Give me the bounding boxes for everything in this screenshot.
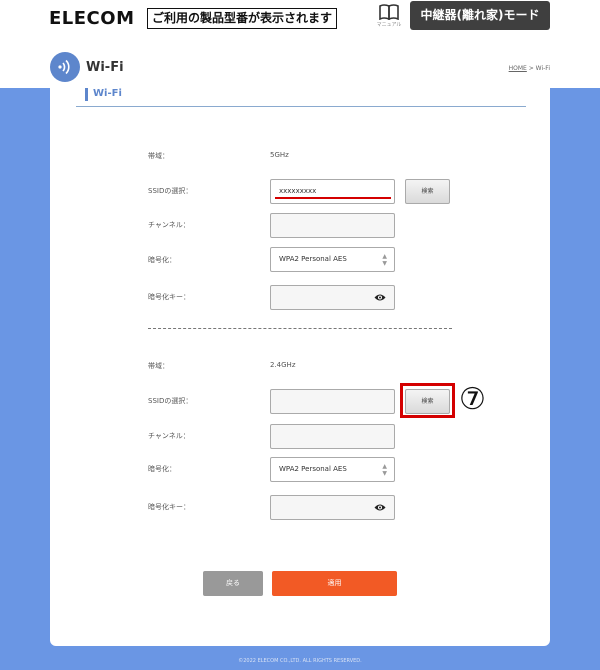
- content-panel: Wi-Fi: [50, 88, 550, 646]
- band24-label: 帯域：: [148, 362, 169, 370]
- section-title: Wi-Fi: [93, 88, 122, 99]
- band5-channel-label: チャンネル：: [148, 221, 190, 229]
- eye-icon[interactable]: [374, 293, 386, 302]
- band5-key-field[interactable]: [270, 285, 395, 310]
- band5-channel-field[interactable]: [270, 213, 395, 238]
- copyright: ©2022 ELECOM CO.,LTD. ALL RIGHTS RESERVE…: [238, 658, 362, 664]
- band24-value: 2.4GHz: [270, 361, 296, 369]
- header: ELECOM ご利用の製品型番が表示されます マニュアル 中継器(離れ家)モード…: [0, 0, 600, 88]
- band24-encryption-label: 暗号化：: [148, 465, 176, 473]
- band24-ssid-field[interactable]: [270, 389, 395, 414]
- breadcrumb: HOME > Wi-Fi: [509, 65, 550, 72]
- breadcrumb-separator: >: [526, 65, 536, 72]
- section-divider: [148, 328, 452, 329]
- apply-button[interactable]: 適用: [272, 571, 397, 596]
- band24-encryption-value: WPA2 Personal AES: [279, 465, 347, 473]
- book-icon: [379, 4, 399, 20]
- band5-encryption-select[interactable]: WPA2 Personal AES ▲ ▼: [270, 247, 395, 272]
- band5-key-label: 暗号化キー：: [148, 293, 190, 301]
- mode-button[interactable]: 中継器(離れ家)モード: [410, 1, 550, 30]
- band5-encryption-value: WPA2 Personal AES: [279, 255, 347, 263]
- band5-encryption-label: 暗号化：: [148, 256, 176, 264]
- page-title: Wi-Fi: [86, 60, 124, 75]
- breadcrumb-home[interactable]: HOME: [509, 65, 527, 72]
- section-accent-bar: [85, 88, 88, 101]
- select-arrows-icon: ▲ ▼: [382, 463, 387, 477]
- select-arrows-icon: ▲ ▼: [382, 253, 387, 267]
- search-button-highlight: [400, 383, 455, 418]
- band24-ssid-label: SSIDの選択：: [148, 397, 193, 405]
- band24-channel-label: チャンネル：: [148, 432, 190, 440]
- band24-channel-field[interactable]: [270, 424, 395, 449]
- band5-search-button[interactable]: 検索: [405, 179, 450, 204]
- band5-ssid-value: xxxxxxxxx: [279, 187, 317, 195]
- wifi-icon: [50, 52, 80, 82]
- section-header: Wi-Fi: [76, 88, 526, 107]
- band5-value: 5GHz: [270, 151, 289, 159]
- model-notice: ご利用の製品型番が表示されます: [147, 8, 337, 29]
- back-button[interactable]: 戻る: [203, 571, 263, 596]
- manual-link[interactable]: マニュアル: [374, 4, 404, 32]
- band5-label: 帯域：: [148, 152, 169, 160]
- band5-ssid-label: SSIDの選択：: [148, 187, 193, 195]
- manual-label: マニュアル: [376, 22, 402, 28]
- breadcrumb-current: Wi-Fi: [535, 65, 550, 72]
- elecom-logo: ELECOM: [49, 8, 135, 29]
- band24-encryption-select[interactable]: WPA2 Personal AES ▲ ▼: [270, 457, 395, 482]
- step-marker: ⑦: [459, 382, 486, 417]
- eye-icon[interactable]: [374, 503, 386, 512]
- band5-ssid-field[interactable]: xxxxxxxxx: [270, 179, 395, 204]
- band24-key-field[interactable]: [270, 495, 395, 520]
- band24-key-label: 暗号化キー：: [148, 503, 190, 511]
- band5-ssid-red-underline: [275, 197, 391, 199]
